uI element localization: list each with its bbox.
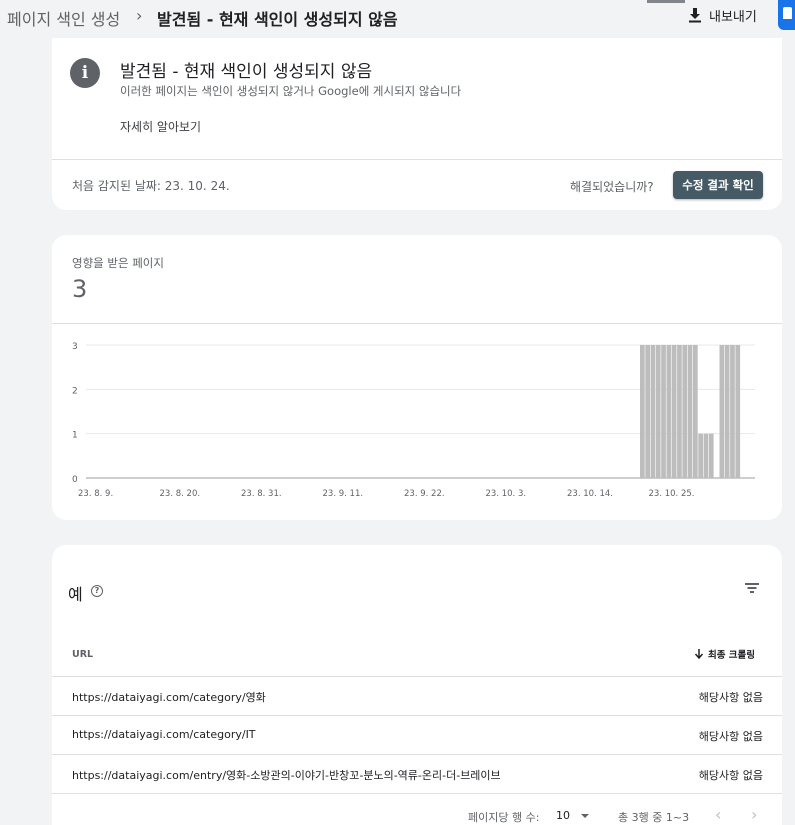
affected-pages-chart: 0 1 2 3 23. 8. 9. 23. 8. 20. 23. 8. 31. 23. 9. … — [72, 342, 755, 499]
export-label: 내보내기 — [709, 9, 757, 25]
validate-fix-button[interactable]: 수정 결과 확인 — [673, 171, 763, 199]
chart-bar — [698, 433, 703, 478]
learn-more-link[interactable]: 자세히 알아보기 — [120, 118, 201, 135]
y-tick-label: 3 — [72, 342, 78, 352]
examples-title: 예 — [68, 585, 83, 604]
chart-bar — [724, 345, 730, 478]
row-url: https://dataiyagi.com/category/영화 — [72, 691, 266, 704]
row-last-crawl: 해당사항 없음 — [698, 730, 763, 743]
share-button[interactable] — [778, 0, 795, 30]
affected-pages-label: 영향을 받은 페이지 — [72, 256, 164, 270]
affected-pages-card: 영향을 받은 페이지 3 0 1 2 3 23. 8. 9. 23. 8. 20. 23. … — [52, 235, 782, 520]
chart-bar — [735, 345, 741, 478]
issue-title: 발견됨 - 현재 색인이 생성되지 않음 — [120, 62, 373, 82]
chart-bar — [687, 345, 693, 478]
column-header-url[interactable]: URL — [72, 649, 93, 660]
chart-bar — [666, 345, 672, 478]
chart-bar — [671, 345, 677, 478]
x-tick-label: 23. 8. 20. — [160, 489, 201, 499]
x-tick-label: 23. 10. 14. — [567, 489, 613, 499]
next-page-button[interactable]: › — [751, 805, 757, 824]
x-tick-label: 23. 10. 25. — [649, 489, 695, 499]
y-tick-label: 0 — [72, 475, 78, 485]
chart-bar — [703, 433, 709, 478]
chart-bar — [682, 345, 688, 478]
x-tick-label: 23. 10. 3. — [486, 489, 527, 499]
issue-card: i 발견됨 - 현재 색인이 생성되지 않음 이러한 페이지는 색인이 생성되지… — [52, 38, 782, 210]
chart-bar — [650, 345, 656, 478]
row-url: https://dataiyagi.com/category/IT — [72, 728, 256, 741]
row-url: https://dataiyagi.com/entry/영화-소방관의-이야기-… — [72, 769, 501, 782]
chart-bar — [645, 345, 650, 478]
rows-per-page-select[interactable]: 10 — [556, 809, 570, 822]
y-tick-label: 2 — [72, 386, 78, 396]
divider — [52, 159, 782, 160]
table-row[interactable]: https://dataiyagi.com/category/영화 해당사항 없… — [52, 676, 782, 715]
row-last-crawl: 해당사항 없음 — [698, 691, 763, 704]
toolbar-tab-indicator — [647, 0, 685, 3]
row-last-crawl: 해당사항 없음 — [698, 769, 763, 782]
x-tick-label: 23. 9. 11. — [323, 489, 364, 499]
last-crawl-label: 최종 크롤링 — [708, 650, 756, 661]
breadcrumb-separator: › — [136, 6, 143, 25]
info-icon: i — [70, 58, 100, 88]
chart-bar — [708, 433, 714, 478]
y-tick-label: 1 — [72, 431, 78, 441]
table-row[interactable]: https://dataiyagi.com/entry/영화-소방관의-이야기-… — [52, 754, 782, 793]
caret-down-icon[interactable] — [581, 814, 589, 818]
divider — [52, 793, 782, 794]
x-tick-label: 23. 8. 9. — [78, 489, 113, 499]
chart-bar — [640, 345, 645, 478]
chart-bar — [719, 345, 725, 478]
download-icon — [689, 8, 701, 23]
help-icon[interactable]: ? — [91, 585, 103, 597]
x-tick-label: 23. 8. 31. — [241, 489, 282, 499]
breadcrumb-root[interactable]: 페이지 색인 생성 — [7, 6, 120, 30]
arrow-down-icon — [694, 648, 704, 659]
export-button[interactable]: 내보내기 — [688, 0, 770, 30]
resolved-question: 해결되었습니까? — [570, 180, 654, 194]
column-header-last-crawl[interactable]: 최종 크롤링 — [694, 647, 755, 661]
pagination-range: 총 3행 중 1~3 — [618, 811, 690, 824]
filter-icon[interactable] — [744, 581, 760, 595]
chart-bar — [661, 345, 666, 478]
first-detected-date: 처음 감지된 날짜: 23. 10. 24. — [72, 179, 230, 193]
table-row[interactable]: https://dataiyagi.com/category/IT 해당사항 없… — [52, 715, 782, 754]
top-bar: 페이지 색인 생성 › 발견됨 - 현재 색인이 생성되지 않음 내보내기 — [0, 0, 795, 38]
examples-card: 예 ? URL 최종 크롤링 https://dataiyagi.com/cat… — [52, 545, 782, 825]
chart-bar — [677, 345, 682, 478]
affected-pages-count: 3 — [72, 275, 88, 303]
issue-description: 이러한 페이지는 색인이 생성되지 않거나 Google에 게시되지 않습니다 — [120, 84, 462, 98]
chart-bar — [693, 345, 698, 478]
x-tick-label: 23. 9. 22. — [404, 489, 445, 499]
rows-per-page-label: 페이지당 행 수: — [468, 811, 540, 824]
share-icon — [783, 7, 792, 19]
breadcrumb-current: 발견됨 - 현재 색인이 생성되지 않음 — [157, 10, 398, 29]
chart-bar — [730, 345, 735, 478]
chart-bar — [655, 345, 661, 478]
previous-page-button[interactable]: ‹ — [715, 805, 721, 824]
